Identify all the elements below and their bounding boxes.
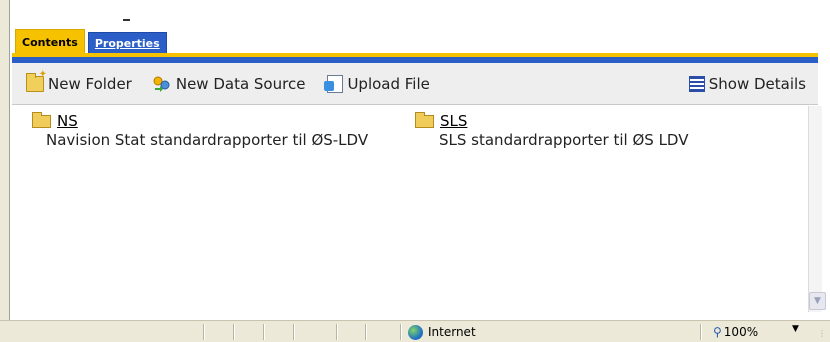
new-data-source-label: New Data Source [175,74,306,93]
folder-link-ns[interactable]: NS [57,112,78,130]
list-item-sls: SLS SLS standardrapporter til ØS LDV [415,111,785,149]
tab-contents[interactable]: Contents [15,29,85,54]
upload-file-icon [324,74,344,93]
folder-description-sls: SLS standardrapporter til ØS LDV [439,131,689,149]
status-divider [233,324,234,340]
upload-file-button[interactable]: Upload File [324,63,430,105]
toolbar: New Folder New Data Source Upload File S… [12,63,818,105]
upload-file-label: Upload File [347,74,430,93]
zoom-magnifier-icon: ⚲ [713,325,722,339]
new-folder-icon [26,69,47,92]
status-bar: Internet ⚲ 100% ▼ ⋮ [0,320,830,342]
status-divider [700,324,701,340]
show-details-button[interactable]: Show Details [688,63,806,105]
zoom-dropdown-arrow-icon[interactable]: ▼ [792,324,799,334]
status-divider [263,324,264,340]
zoom-level: 100% [723,325,759,339]
list-item-ns: NS Navision Stat standardrapporter til Ø… [32,111,402,149]
status-divider [203,324,204,340]
truncated-top-text [123,6,145,40]
folder-contents: NS Navision Stat standardrapporter til Ø… [12,106,807,316]
tab-bar: Contents Properties [15,29,167,54]
window-left-frame [0,0,10,322]
status-divider [365,324,366,340]
vertical-scrollbar[interactable] [808,106,822,312]
new-data-source-button[interactable]: New Data Source [152,63,306,105]
security-zone: Internet [408,323,476,341]
data-source-icon [152,75,172,93]
tab-properties[interactable]: Properties [87,32,167,54]
folder-icon [415,111,434,128]
details-list-icon [688,75,705,92]
zone-label: Internet [428,325,476,339]
chevron-down-icon: ▼ [814,296,821,306]
status-divider [400,324,401,340]
status-divider [293,324,294,340]
folder-description-ns: Navision Stat standardrapporter til ØS-L… [46,131,369,149]
scroll-down-button[interactable]: ▼ [809,292,826,310]
zoom-control[interactable]: ⚲ 100% [713,323,758,341]
globe-icon [408,324,423,340]
new-folder-button[interactable]: New Folder [26,63,132,105]
new-folder-label: New Folder [48,74,132,93]
show-details-label: Show Details [708,74,806,93]
folder-link-sls[interactable]: SLS [440,112,467,130]
status-divider [336,324,337,340]
resize-grip-icon[interactable]: ⋮ [818,329,828,339]
folder-icon [32,111,51,128]
